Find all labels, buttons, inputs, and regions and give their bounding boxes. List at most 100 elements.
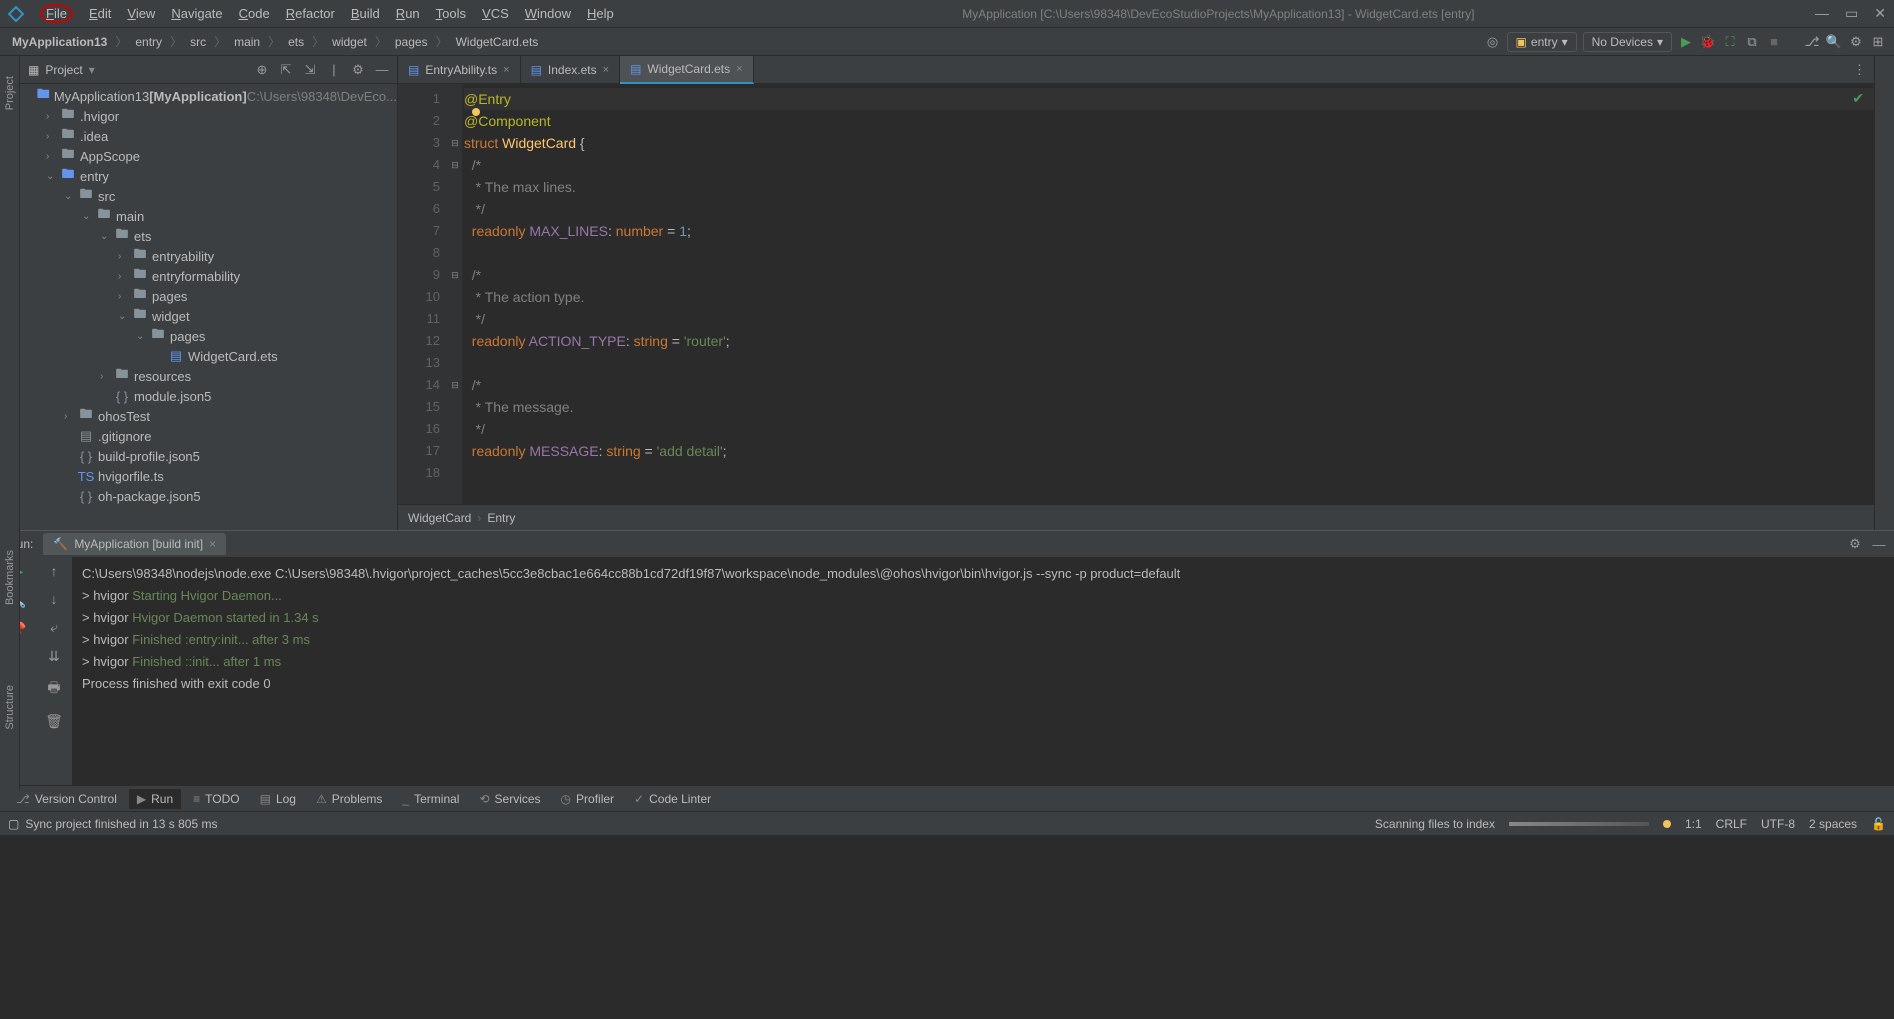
warning-indicator-icon[interactable] [1663, 820, 1671, 828]
minimize-button[interactable]: — [1815, 5, 1829, 22]
file-encoding[interactable]: UTF-8 [1761, 817, 1795, 831]
tree-node[interactable]: ⌄🖿widget [20, 306, 397, 326]
tree-node[interactable]: ⌄🖿ets [20, 226, 397, 246]
stop-button-icon[interactable]: ■ [1766, 34, 1782, 50]
indent-setting[interactable]: 2 spaces [1809, 817, 1857, 831]
breadcrumb-item[interactable]: ets [284, 33, 308, 51]
tree-node[interactable]: 🖿MyApplication13 [MyApplication] C:\User… [20, 86, 397, 106]
fold-column[interactable]: ⊟⊟⊟⊟ [448, 84, 462, 504]
bottom-tab-version-control[interactable]: ⎇Version Control [8, 789, 125, 809]
tree-node[interactable]: ›🖿AppScope [20, 146, 397, 166]
debug-button-icon[interactable]: 🐞 [1700, 34, 1716, 50]
git-icon[interactable]: ⎇ [1804, 34, 1820, 50]
editor-tab[interactable]: ▤Index.ets× [521, 56, 620, 84]
search-icon[interactable]: 🔍 [1826, 34, 1842, 50]
menu-build[interactable]: Build [343, 4, 388, 23]
menu-navigate[interactable]: Navigate [163, 4, 230, 23]
sidetab-project[interactable]: Project [4, 76, 16, 110]
tree-node[interactable]: ›🖿entryformability [20, 266, 397, 286]
run-config-select[interactable]: ▣ entry ▾ [1507, 32, 1577, 52]
down-icon[interactable]: ↓ [51, 591, 58, 607]
sidetab-bookmarks[interactable]: Bookmarks [4, 550, 16, 605]
maximize-button[interactable]: ▭ [1845, 5, 1858, 22]
run-hide-icon[interactable]: — [1872, 537, 1886, 551]
bottom-tab-run[interactable]: ▶Run [129, 789, 181, 809]
coverage-button-icon[interactable]: ⛶ [1722, 34, 1738, 50]
tree-node[interactable]: ⌄🖿pages [20, 326, 397, 346]
tab-close-icon[interactable]: × [603, 64, 609, 76]
breadcrumb-item[interactable]: main [230, 33, 264, 51]
expand-all-icon[interactable]: ⇱ [279, 63, 293, 77]
device-select[interactable]: No Devices ▾ [1583, 32, 1672, 52]
bottom-tab-todo[interactable]: ≡TODO [185, 789, 247, 809]
menu-edit[interactable]: Edit [81, 4, 119, 23]
bottom-tab-log[interactable]: ▤Log [252, 789, 304, 809]
tree-node[interactable]: ›🖿ohosTest [20, 406, 397, 426]
project-tree[interactable]: 🖿MyApplication13 [MyApplication] C:\User… [20, 84, 397, 530]
tree-node[interactable]: ›🖿pages [20, 286, 397, 306]
tree-node[interactable]: { }module.json5 [20, 386, 397, 406]
run-console[interactable]: C:\Users\98348\nodejs\node.exe C:\Users\… [72, 557, 1894, 785]
bottom-tab-profiler[interactable]: ◷Profiler [553, 789, 623, 809]
menu-vcs[interactable]: VCS [474, 4, 517, 23]
bottom-tab-services[interactable]: ⟲Services [471, 789, 548, 809]
editor-more-icon[interactable]: ⋮ [1845, 62, 1874, 78]
crumb-entry[interactable]: Entry [487, 511, 515, 525]
cursor-position[interactable]: 1:1 [1685, 817, 1702, 831]
bottom-tab-problems[interactable]: ⚠Problems [308, 789, 390, 809]
menu-run[interactable]: Run [388, 4, 428, 23]
analysis-ok-icon[interactable]: ✔ [1852, 90, 1864, 107]
breadcrumb-item[interactable]: entry [131, 33, 166, 51]
run-config-tab[interactable]: 🔨 MyApplication [build init] × [43, 533, 226, 555]
sidetab-structure[interactable]: Structure [4, 685, 16, 730]
line-separator[interactable]: CRLF [1716, 817, 1747, 831]
bottom-tab-terminal[interactable]: _Terminal [394, 789, 467, 809]
run-settings-icon[interactable]: ⚙ [1848, 537, 1862, 551]
run-button-icon[interactable]: ▶ [1678, 34, 1694, 50]
tree-node[interactable]: ▤.gitignore [20, 426, 397, 446]
trash-icon[interactable]: 🗑 [45, 713, 63, 730]
scroll-icon[interactable]: ⇊ [48, 648, 60, 665]
softwrap-icon[interactable]: ⤶ [50, 619, 58, 636]
menu-help[interactable]: Help [579, 4, 622, 23]
menu-view[interactable]: View [119, 4, 163, 23]
target-icon[interactable]: ◎ [1485, 34, 1501, 50]
run-tab-close-icon[interactable]: × [209, 537, 216, 551]
menu-file[interactable]: File [32, 4, 81, 23]
breadcrumb-item[interactable]: src [186, 33, 210, 51]
tree-node[interactable]: ⌄🖿entry [20, 166, 397, 186]
close-button[interactable]: ✕ [1874, 5, 1886, 22]
breadcrumb-item[interactable]: MyApplication13 [8, 33, 111, 51]
project-view-title[interactable]: Project [45, 63, 82, 77]
tree-node[interactable]: ▤WidgetCard.ets [20, 346, 397, 366]
breadcrumb-item[interactable]: WidgetCard.ets [452, 33, 543, 51]
menu-refactor[interactable]: Refactor [278, 4, 343, 23]
tree-node[interactable]: ⌄🖿main [20, 206, 397, 226]
breadcrumb-item[interactable]: pages [391, 33, 432, 51]
tab-close-icon[interactable]: × [503, 64, 509, 76]
tree-node[interactable]: ›🖿resources [20, 366, 397, 386]
collapse-all-icon[interactable]: ⇲ [303, 63, 317, 77]
attach-icon[interactable]: ⧉ [1744, 34, 1760, 50]
print-icon[interactable]: 🖶 [47, 677, 60, 701]
bottom-tab-code-linter[interactable]: ✓Code Linter [626, 789, 719, 809]
hide-panel-icon[interactable]: — [375, 63, 389, 77]
settings-icon[interactable]: ⚙ [1848, 34, 1864, 50]
editor-tab[interactable]: ▤EntryAbility.ts× [398, 56, 521, 84]
tree-node[interactable]: TShvigorfile.ts [20, 466, 397, 486]
menu-code[interactable]: Code [231, 4, 278, 23]
code-editor[interactable]: @Entry@Componentstruct WidgetCard { /* *… [462, 84, 1874, 504]
locate-icon[interactable]: ⊕ [255, 63, 269, 77]
tree-node[interactable]: ›🖿entryability [20, 246, 397, 266]
up-icon[interactable]: ↑ [51, 563, 58, 579]
breadcrumb-item[interactable]: widget [328, 33, 371, 51]
tree-node[interactable]: { }build-profile.json5 [20, 446, 397, 466]
tree-node[interactable]: ⌄🖿src [20, 186, 397, 206]
menu-tools[interactable]: Tools [428, 4, 474, 23]
crumb-widgetcard[interactable]: WidgetCard [408, 511, 471, 525]
status-hide-icon[interactable]: ▢ [8, 817, 19, 831]
tree-node[interactable]: { }oh-package.json5 [20, 486, 397, 506]
tab-close-icon[interactable]: × [736, 63, 742, 75]
panel-settings-icon[interactable]: ⚙ [351, 63, 365, 77]
menu-window[interactable]: Window [517, 4, 579, 23]
